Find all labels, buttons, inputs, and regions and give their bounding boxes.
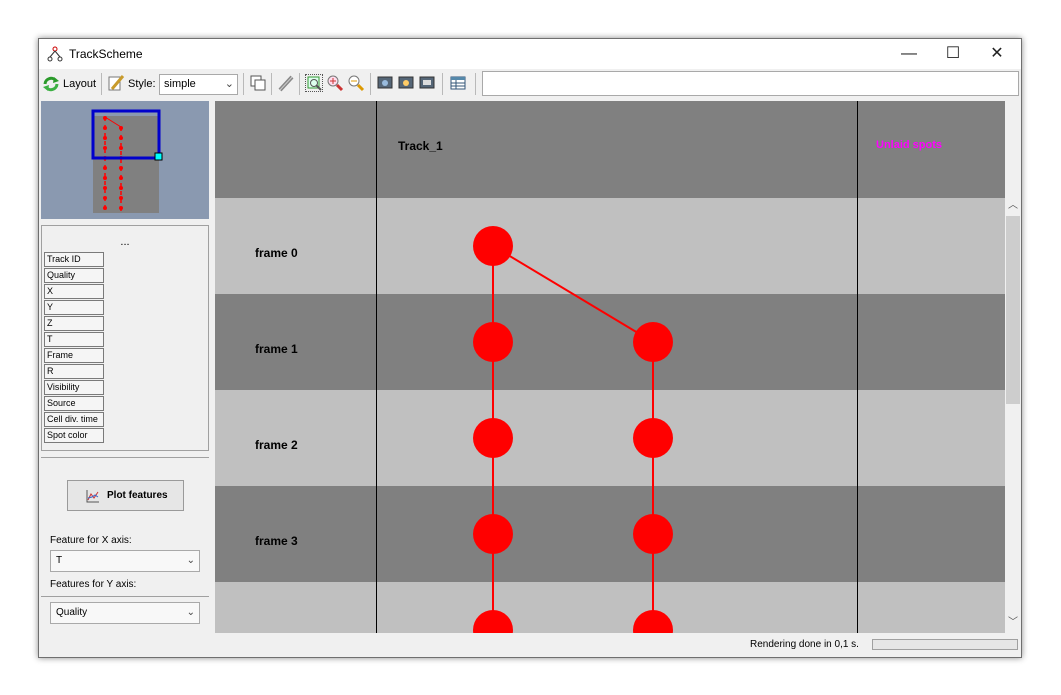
spot [473,226,513,266]
feature-item[interactable]: Spot color [44,428,104,443]
search-field[interactable] [482,71,1019,96]
feature-item[interactable]: Cell div. time [44,412,104,427]
x-axis-value: T [56,555,63,566]
status-bar: Rendering done in 0,1 s. [39,635,1021,657]
plot-chart-icon [86,490,99,503]
refresh-icon [43,76,59,92]
track-edges [492,245,654,633]
link-edit-icon[interactable] [277,74,295,92]
spot [633,322,673,362]
y-axis-value: Quality [56,607,88,618]
zoom-in-icon[interactable] [326,74,344,92]
table-view-icon[interactable] [449,74,467,92]
feature-item[interactable]: Z [44,316,104,331]
viewport-resize-handle [154,152,163,161]
feature-item[interactable]: Quality [44,268,104,283]
spot [633,418,673,458]
progress-bar [872,639,1018,650]
feature-item[interactable]: Y [44,300,104,315]
close-button[interactable]: ✕ [975,39,1019,69]
plot-features-label: Plot features [107,490,168,501]
x-axis-select[interactable]: T ⌄ [50,550,200,572]
layout-label: Layout [63,78,97,90]
capture-undecorated-icon[interactable] [377,74,395,92]
style-select-value: simple [164,78,196,90]
features-panel: ... Track ID Quality X Y Z T Frame R Visibility S… [41,225,209,451]
minimize-button[interactable]: — [887,39,931,69]
trackscheme-window: TrackScheme — ☐ ✕ Layout Style: simple ⌄ [38,38,1022,658]
scroll-up-icon[interactable]: ︿ [1005,198,1021,214]
overview-panel[interactable] [41,101,209,219]
toolbar-separator [243,73,244,95]
scroll-down-icon[interactable]: ﹀ [1005,615,1021,631]
chevron-down-icon: ⌄ [186,607,195,618]
plot-panel-divider [41,457,209,458]
plot-features-button[interactable]: Plot features [67,480,184,511]
feature-item[interactable]: R [44,364,104,379]
style-select[interactable]: simple ⌄ [159,74,238,95]
overview-scheme-area [93,116,159,213]
features-header: ... [120,236,130,248]
plot-panel: Plot features Feature for X axis: T ⌄ Fe… [41,457,209,633]
spot [473,322,513,362]
status-text: Rendering done in 0,1 s. [750,639,859,650]
window-title: TrackScheme [69,47,143,61]
chevron-down-icon: ⌄ [186,555,195,566]
spot [473,418,513,458]
feature-item[interactable]: X [44,284,104,299]
style-label: Style: [128,78,156,90]
copy-windows-icon[interactable] [249,74,267,92]
title-bar: TrackScheme — ☐ ✕ [39,39,1021,69]
toolbar-separator [299,73,300,95]
spot [473,610,513,633]
scrollbar-thumb[interactable] [1006,216,1020,404]
spot [633,610,673,633]
style-edit-icon[interactable] [107,74,125,92]
overview-minimap[interactable] [41,101,209,219]
spot [633,514,673,554]
y-axis-divider [41,596,209,597]
zoom-to-fit-icon[interactable] [305,74,323,92]
maximize-button[interactable]: ☐ [931,39,975,69]
toolbar-separator [442,73,443,95]
y-axis-label: Features for Y axis: [50,579,137,590]
feature-item[interactable]: Frame [44,348,104,363]
zoom-out-icon[interactable] [347,74,365,92]
capture-decorated-icon[interactable] [398,74,416,92]
y-axis-select[interactable]: Quality ⌄ [50,602,200,624]
spot [473,514,513,554]
track-spots [473,226,673,633]
trackscheme-app-icon [47,46,63,62]
feature-item[interactable]: Track ID [44,252,104,267]
track-graph[interactable] [215,101,1005,633]
toolbar-separator [370,73,371,95]
vertical-scrollbar[interactable]: ︿ ﹀ [1005,101,1021,633]
feature-item[interactable]: Visibility [44,380,104,395]
x-axis-label: Feature for X axis: [50,535,132,546]
left-panel: ... Track ID Quality X Y Z T Frame R Visibility S… [39,101,211,633]
export-image-icon[interactable] [419,74,437,92]
toolbar-separator [271,73,272,95]
feature-item[interactable]: Source [44,396,104,411]
feature-item[interactable]: T [44,332,104,347]
track-edge [492,245,654,343]
toolbar-separator [101,73,102,95]
trackscheme-graph[interactable]: Track_1 Unlaid spots frame 0 frame 1 fra… [215,101,1005,633]
toolbar: Layout Style: simple ⌄ [39,69,1021,99]
chevron-down-icon: ⌄ [224,78,234,90]
toolbar-separator [475,73,476,95]
